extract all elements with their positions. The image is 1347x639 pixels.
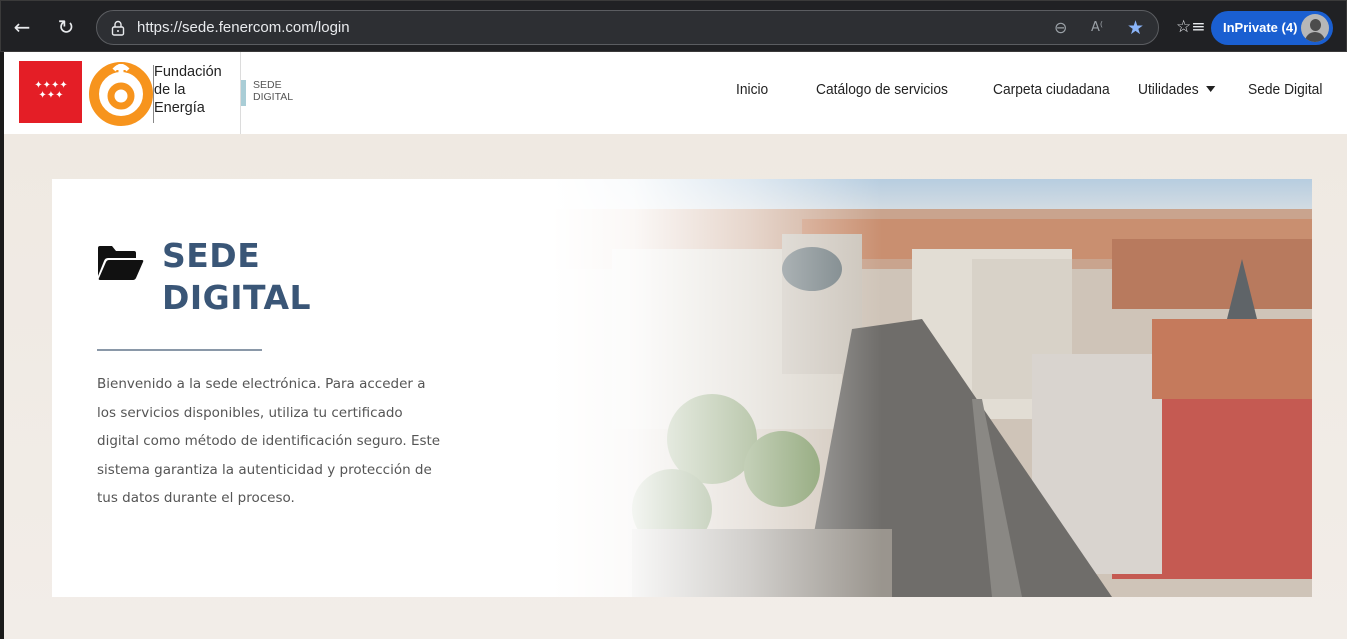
zoom-out-icon[interactable]: ⊖ — [1054, 17, 1067, 39]
flag-stars-icon: ✦✦✦✦ ✦✦✦ — [34, 80, 68, 101]
nav-catalogo-servicios[interactable]: Catálogo de servicios — [816, 81, 948, 98]
inprivate-button[interactable]: InPrivate (4) — [1211, 11, 1333, 45]
nav-carpeta-ciudadana[interactable]: Carpeta ciudadana — [993, 81, 1110, 98]
org-name-line-2: de la — [154, 82, 186, 98]
hero-card: SEDE DIGITAL Bienvenido a la sede electr… — [52, 179, 1312, 597]
welcome-description: Bienvenido a la sede electrónica. Para a… — [97, 376, 441, 506]
org-name-line-3: Energía — [154, 100, 205, 116]
hero-image-fade — [552, 179, 882, 597]
fundacion-name: Fundación de la Energía — [154, 63, 242, 117]
url-text[interactable]: https://sede.fenercom.com/login — [137, 19, 350, 36]
sede-logo-line-2: DIGITAL — [253, 91, 294, 103]
sede-accent-bar — [241, 80, 246, 106]
browser-toolbar: ← ↻ https://sede.fenercom.com/login ⊖ A⁽… — [0, 0, 1347, 52]
sede-digital-logo: SEDE DIGITAL — [253, 79, 293, 103]
nav-sede-digital[interactable]: Sede Digital — [1248, 81, 1322, 98]
star-icon[interactable]: ★ — [1127, 17, 1144, 39]
site-header: ✦✦✦✦ ✦✦✦ Fundación de la Energía SEDE DIG… — [4, 52, 1347, 134]
lock-icon[interactable] — [111, 20, 125, 36]
inprivate-label: InPrivate (4) — [1223, 20, 1298, 35]
page-title-line-1: SEDE — [162, 236, 261, 275]
sede-logo-line-1: SEDE — [253, 79, 282, 91]
title-underline — [97, 349, 262, 351]
read-aloud-icon[interactable]: A⁽ — [1091, 17, 1103, 39]
back-arrow-icon[interactable]: ← — [9, 14, 35, 40]
caret-down-icon — [1205, 86, 1216, 92]
fundacion-energia-logo-icon[interactable] — [87, 56, 155, 126]
page-title: SEDE DIGITAL — [162, 235, 311, 319]
comunidad-madrid-logo[interactable]: ✦✦✦✦ ✦✦✦ — [19, 61, 82, 123]
nav-utilidades-dropdown[interactable]: Utilidades — [1138, 81, 1216, 98]
address-bar[interactable]: https://sede.fenercom.com/login ⊖ A⁽ ★ — [96, 10, 1159, 45]
folder-open-icon — [98, 246, 144, 280]
avatar[interactable] — [1301, 14, 1329, 42]
page-title-line-2: DIGITAL — [162, 278, 312, 317]
org-name-line-1: Fundación — [154, 64, 222, 80]
favorites-list-icon[interactable]: ☆≡ — [1176, 17, 1205, 37]
reload-icon[interactable]: ↻ — [53, 14, 79, 40]
nav-utilidades-label: Utilidades — [1138, 81, 1199, 98]
nav-inicio[interactable]: Inicio — [736, 81, 768, 98]
